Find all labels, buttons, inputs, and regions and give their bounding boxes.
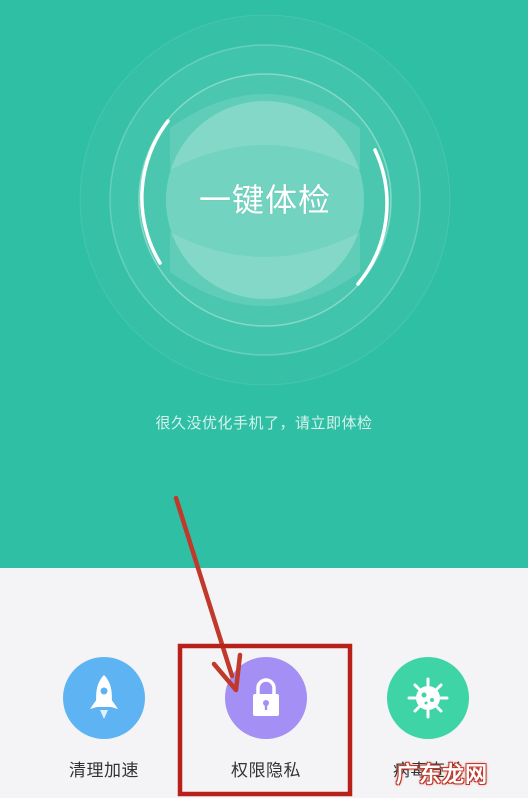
permission-privacy-circle[interactable] bbox=[225, 657, 307, 739]
watermark-text: 广东龙网 bbox=[395, 763, 488, 788]
virus-icon bbox=[407, 677, 449, 719]
clean-speedup-label: 清理加速 bbox=[69, 761, 139, 781]
rocket-icon bbox=[90, 675, 118, 719]
clean-speedup-tool[interactable]: 清理加速 bbox=[44, 657, 164, 781]
permission-privacy-tool[interactable]: 权限隐私 bbox=[206, 657, 326, 781]
checkup-button-label: 一键体检 bbox=[198, 181, 331, 219]
lock-icon bbox=[253, 678, 279, 716]
virus-scan-circle[interactable] bbox=[387, 657, 469, 739]
permission-privacy-label: 权限隐私 bbox=[231, 761, 301, 781]
optimization-hint: 很久没优化手机了，请立即体检 bbox=[155, 414, 373, 432]
clean-speedup-circle[interactable] bbox=[63, 657, 145, 739]
